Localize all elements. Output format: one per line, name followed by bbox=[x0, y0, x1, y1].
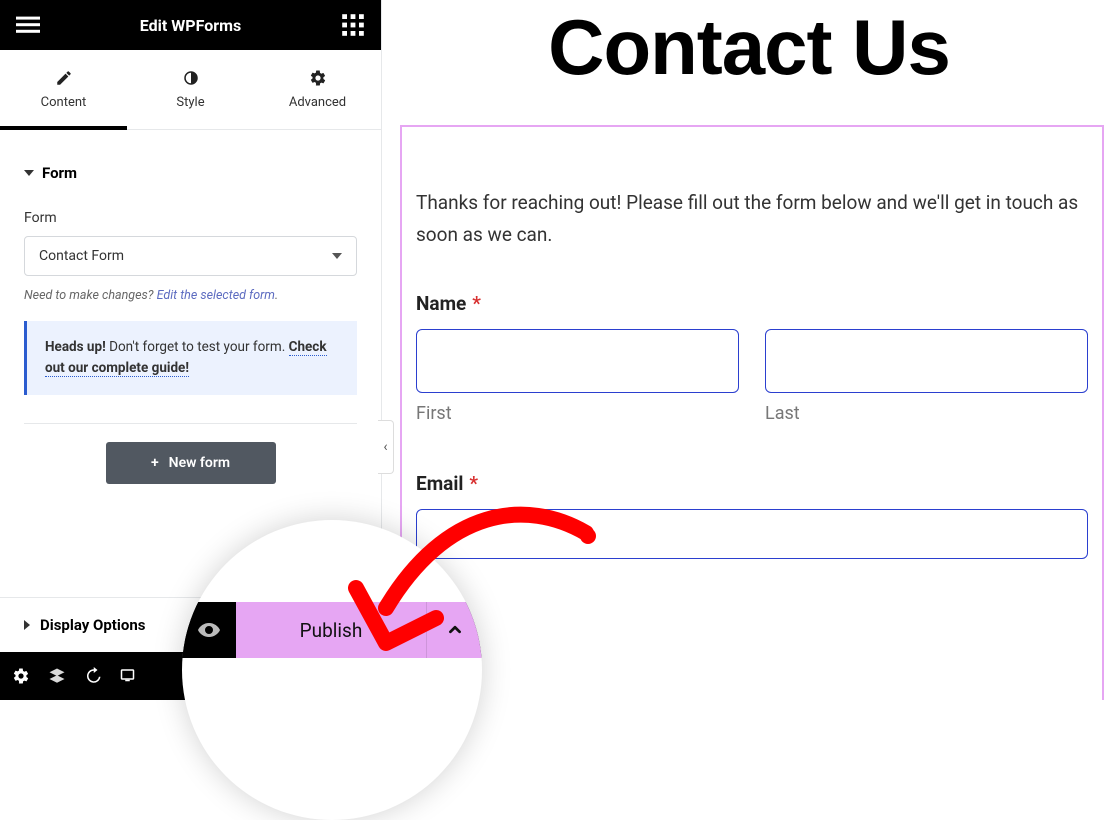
section-title-text: Form bbox=[42, 164, 77, 182]
required-asterisk: * bbox=[472, 292, 481, 315]
tab-label: Style bbox=[176, 95, 204, 110]
apps-grid-icon[interactable] bbox=[341, 13, 365, 37]
hamburger-icon[interactable] bbox=[16, 13, 40, 37]
required-asterisk: * bbox=[469, 472, 478, 495]
form-select-label: Form bbox=[24, 210, 357, 226]
new-form-button[interactable]: + New form bbox=[106, 442, 276, 484]
contrast-icon bbox=[182, 69, 200, 87]
publish-options-button[interactable] bbox=[426, 602, 482, 658]
page-heading: Contact Us bbox=[382, 0, 1116, 93]
edit-form-link[interactable]: Edit the selected form bbox=[157, 288, 275, 303]
tab-advanced[interactable]: Advanced bbox=[254, 50, 381, 129]
tab-style[interactable]: Style bbox=[127, 50, 254, 129]
notice-text: Don't forget to test your form. bbox=[106, 339, 289, 355]
notice-box: Heads up! Don't forget to test your form… bbox=[24, 321, 357, 395]
chevron-left-icon: ‹ bbox=[383, 439, 387, 455]
preview-canvas: Contact Us Thanks for reaching out! Plea… bbox=[382, 0, 1116, 700]
tab-label: Content bbox=[41, 95, 87, 110]
publish-button[interactable]: Publish bbox=[236, 602, 426, 658]
new-form-label: New form bbox=[169, 455, 230, 471]
editor-tabs: Content Style Advanced bbox=[0, 50, 381, 130]
tab-content[interactable]: Content bbox=[0, 50, 127, 129]
name-field-label: Name * bbox=[416, 292, 1088, 315]
first-name-sublabel: First bbox=[416, 403, 739, 424]
publish-zoom: Publish bbox=[182, 520, 482, 820]
notice-strong: Heads up! bbox=[45, 339, 106, 355]
chevron-up-icon bbox=[444, 619, 466, 641]
caret-down-icon bbox=[24, 170, 34, 176]
email-field-label: Email * bbox=[416, 472, 1088, 495]
last-name-sublabel: Last bbox=[765, 403, 1088, 424]
plus-icon: + bbox=[151, 455, 159, 471]
form-widget-outline[interactable]: Thanks for reaching out! Please fill out… bbox=[400, 125, 1104, 700]
sidebar-header: Edit WPForms bbox=[0, 0, 381, 50]
eye-icon bbox=[197, 618, 221, 642]
helper-text: Need to make changes? Edit the selected … bbox=[24, 288, 357, 303]
responsive-icon[interactable] bbox=[118, 665, 140, 687]
collapse-sidebar-handle[interactable]: ‹ bbox=[378, 420, 394, 474]
divider bbox=[24, 423, 357, 424]
settings-icon[interactable] bbox=[10, 665, 32, 687]
form-select[interactable]: Contact Form bbox=[24, 236, 357, 276]
gear-icon bbox=[309, 69, 327, 87]
publish-label: Publish bbox=[300, 619, 363, 642]
publish-row: Publish bbox=[182, 602, 482, 658]
history-icon[interactable] bbox=[82, 665, 104, 687]
form-intro-text: Thanks for reaching out! Please fill out… bbox=[416, 187, 1088, 252]
display-options-label: Display Options bbox=[40, 616, 145, 634]
name-field-row: First Last bbox=[416, 329, 1088, 424]
pencil-icon bbox=[55, 69, 73, 87]
caret-right-icon bbox=[24, 620, 30, 630]
form-select-value: Contact Form bbox=[39, 248, 124, 264]
sidebar-title: Edit WPForms bbox=[40, 16, 341, 35]
email-input[interactable] bbox=[416, 509, 1088, 559]
section-form-toggle[interactable]: Form bbox=[24, 150, 357, 196]
tab-label: Advanced bbox=[289, 95, 346, 110]
navigator-icon[interactable] bbox=[46, 665, 68, 687]
first-name-input[interactable] bbox=[416, 329, 739, 393]
preview-eye-button[interactable] bbox=[182, 602, 236, 658]
last-name-input[interactable] bbox=[765, 329, 1088, 393]
